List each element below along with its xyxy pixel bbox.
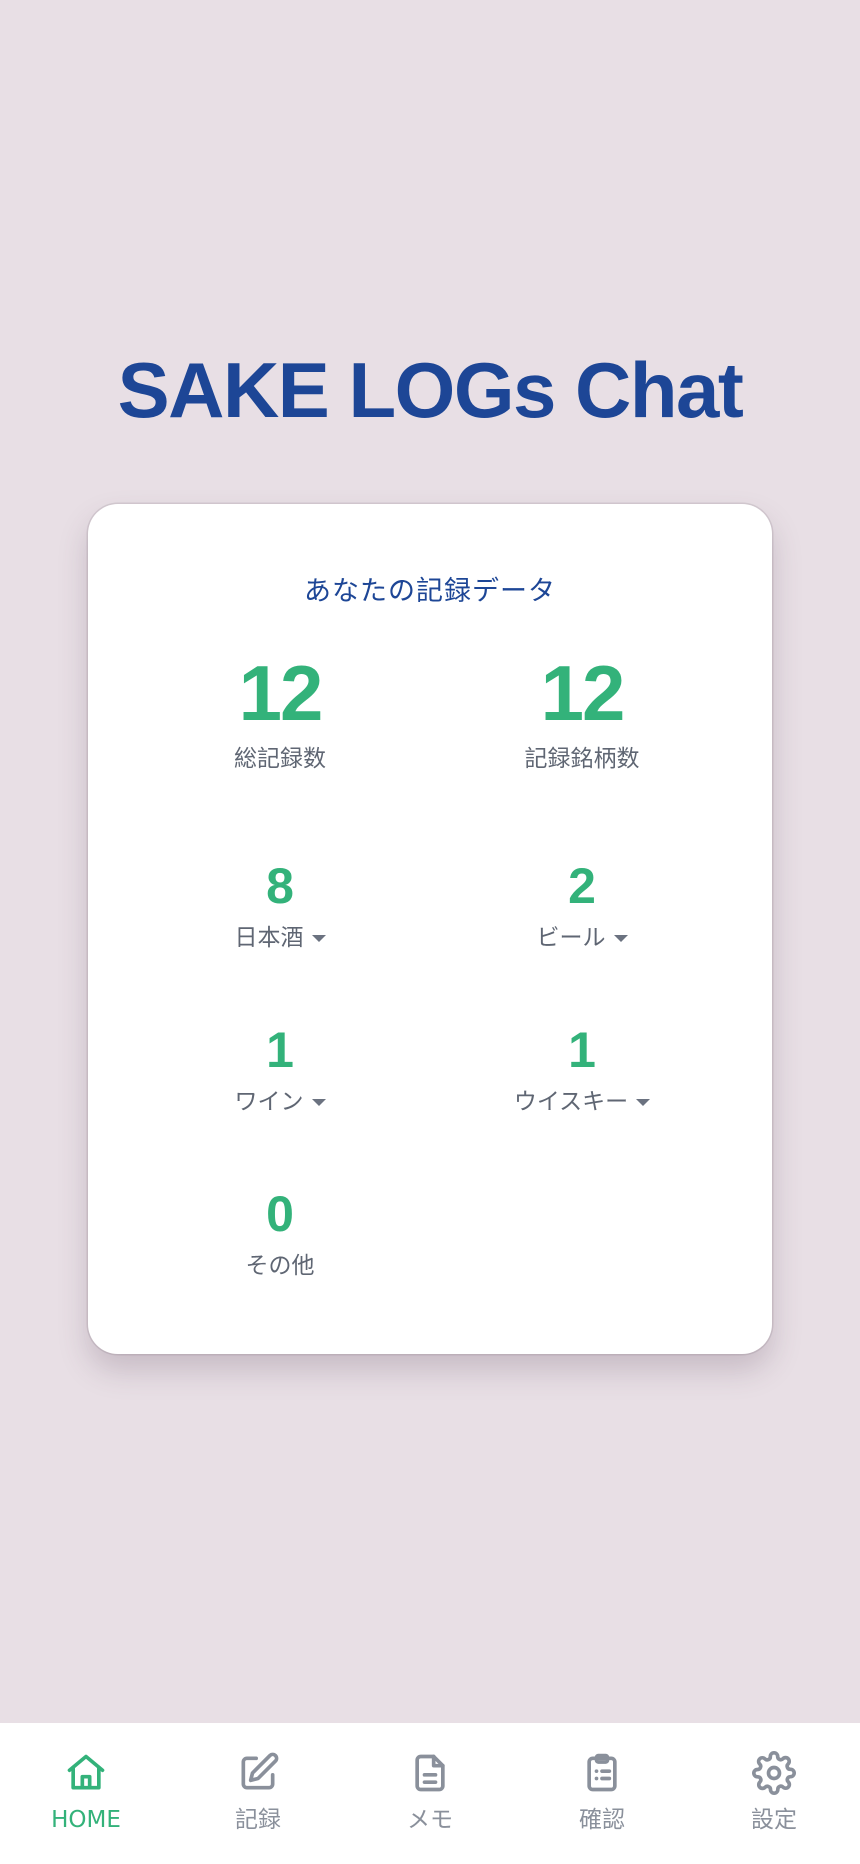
category-value: 2 <box>568 858 596 914</box>
caret-down-icon[interactable] <box>613 934 628 942</box>
nav-item-memo[interactable]: メモ <box>344 1723 516 1864</box>
category-label: ワイン <box>234 1089 304 1115</box>
category-label: 日本酒 <box>234 925 304 951</box>
edit-icon <box>236 1751 280 1795</box>
category-toggle[interactable]: 日本酒 <box>235 923 326 953</box>
total-records-value: 12 <box>238 649 324 737</box>
category-nihonshu[interactable]: 8 日本酒 <box>130 861 430 953</box>
nav-label: HOME <box>51 1807 121 1833</box>
nav-item-settings[interactable]: 設定 <box>688 1723 860 1864</box>
stats-card: あなたの記録データ 12 総記録数 12 記録銘柄数 8 日本酒 2 ビール 1… <box>88 504 772 1354</box>
category-toggle[interactable]: ビール <box>537 923 628 953</box>
clipboard-icon <box>580 1751 624 1795</box>
category-value: 8 <box>266 858 294 914</box>
caret-down-icon[interactable] <box>311 934 326 942</box>
caret-down-icon[interactable] <box>311 1098 326 1106</box>
nav-label: 記録 <box>235 1807 281 1833</box>
home-icon <box>64 1751 108 1795</box>
category-wine[interactable]: 1 ワイン <box>130 1025 430 1117</box>
nav-label: メモ <box>407 1807 453 1833</box>
category-label: ビール <box>536 925 606 951</box>
brands-recorded-value: 12 <box>540 649 626 737</box>
document-icon <box>408 1751 452 1795</box>
app-title: SAKE LOGs Chat <box>117 346 744 434</box>
category-label: その他 <box>245 1253 315 1279</box>
category-value: 0 <box>266 1186 294 1242</box>
category-beer[interactable]: 2 ビール <box>432 861 732 953</box>
card-heading: あなたの記録データ <box>304 576 556 607</box>
brands-recorded-label: 記録銘柄数 <box>524 746 640 772</box>
total-records-stat: 12 総記録数 <box>130 654 430 774</box>
nav-item-record[interactable]: 記録 <box>172 1723 344 1864</box>
category-label: ウイスキー <box>513 1089 629 1115</box>
category-toggle[interactable]: ウイスキー <box>513 1087 651 1117</box>
total-records-label: 総記録数 <box>234 746 326 772</box>
gear-icon <box>752 1751 796 1795</box>
category-other: 0 その他 <box>130 1189 430 1281</box>
category-toggle[interactable]: ワイン <box>235 1087 326 1117</box>
caret-down-icon[interactable] <box>636 1098 651 1106</box>
nav-item-home[interactable]: HOME <box>0 1723 172 1864</box>
nav-label: 設定 <box>751 1807 797 1833</box>
nav-item-confirm[interactable]: 確認 <box>516 1723 688 1864</box>
category-value: 1 <box>568 1022 596 1078</box>
nav-label: 確認 <box>579 1807 625 1833</box>
bottom-nav: HOME 記録 メモ 確認 設定 <box>0 1723 860 1864</box>
category-value: 1 <box>266 1022 294 1078</box>
brands-recorded-stat: 12 記録銘柄数 <box>432 654 732 774</box>
category-whisky[interactable]: 1 ウイスキー <box>432 1025 732 1117</box>
